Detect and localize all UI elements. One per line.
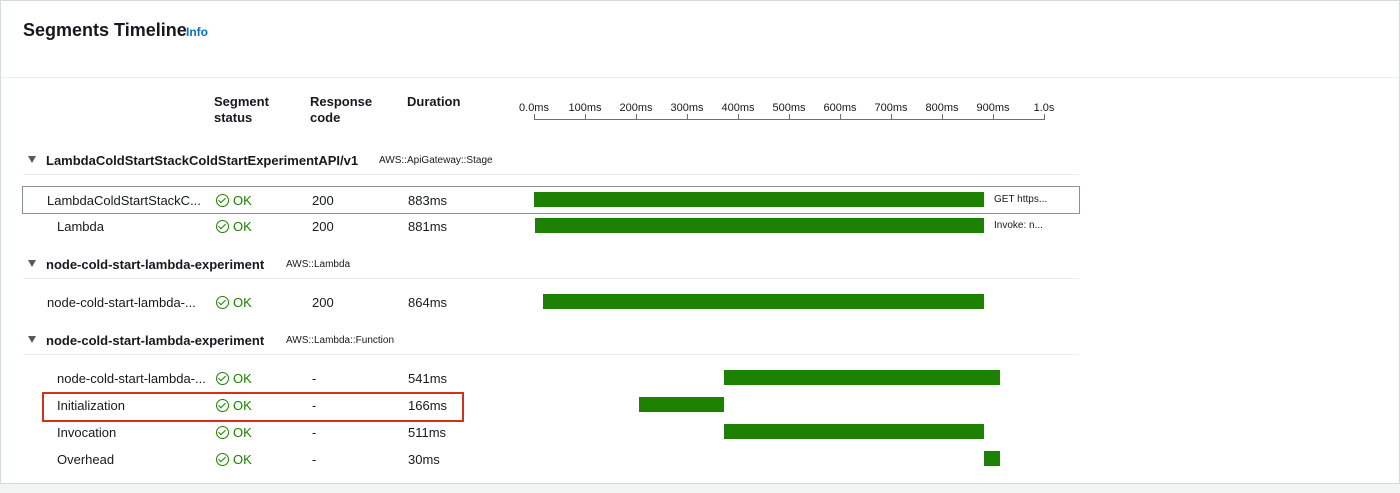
axis-tick	[993, 114, 994, 120]
service-group-header[interactable]: node-cold-start-lambda-experiment AWS::La…	[23, 252, 1079, 279]
axis-tick	[840, 114, 841, 120]
segment-status-text: OK	[233, 193, 252, 208]
service-group-header[interactable]: node-cold-start-lambda-experiment AWS::La…	[23, 328, 1079, 355]
segment-status: OK	[216, 295, 252, 310]
segment-status: OK	[216, 371, 252, 386]
panel-header: Segments Timeline Info	[1, 1, 1399, 78]
axis-tick	[789, 114, 790, 120]
axis-tick-label: 700ms	[874, 102, 908, 114]
collapse-caret-icon[interactable]	[28, 336, 36, 343]
response-code-header-line1: Response	[310, 94, 373, 109]
axis-tick	[585, 114, 586, 120]
segment-status-text: OK	[233, 371, 252, 386]
response-code-header: Response code	[310, 94, 372, 126]
initialization-highlight-box	[42, 392, 464, 422]
response-code-header-line2: code	[310, 110, 341, 125]
segment-status-header: Segment status	[214, 94, 269, 126]
axis-tick-label: 500ms	[772, 102, 806, 114]
response-code: 200	[312, 295, 334, 310]
check-circle-icon	[216, 296, 229, 309]
segment-name[interactable]: LambdaColdStartStackC...	[47, 193, 201, 208]
axis-tick	[738, 114, 739, 120]
collapse-caret-icon[interactable]	[28, 260, 36, 267]
segment-row[interactable]: Overhead OK - 30ms	[23, 446, 1079, 472]
axis-tick-label: 900ms	[976, 102, 1010, 114]
segment-status: OK	[216, 193, 252, 208]
segment-name[interactable]: node-cold-start-lambda-...	[47, 295, 196, 310]
response-code: -	[312, 425, 317, 440]
check-circle-icon	[216, 453, 229, 466]
axis-tick-label: 0.0ms	[519, 102, 549, 114]
segment-duration: 511ms	[408, 425, 447, 440]
check-circle-icon	[216, 372, 229, 385]
timeline-bar[interactable]	[984, 451, 1000, 466]
service-group-type: AWS::Lambda::Function	[286, 335, 395, 346]
axis-tick-label: 800ms	[925, 102, 959, 114]
segment-name[interactable]: Invocation	[57, 425, 116, 440]
check-circle-icon	[216, 194, 229, 207]
segment-row[interactable]: Lambda OK 200 881ms Invoke: n...	[23, 213, 1079, 239]
collapse-caret-icon[interactable]	[28, 156, 36, 163]
segment-status-text: OK	[233, 219, 252, 234]
service-group-name: LambdaColdStartStackColdStartExperimentA…	[46, 153, 359, 168]
response-code: 200	[312, 193, 334, 208]
axis-tick	[891, 114, 892, 120]
timeline-bar[interactable]	[639, 397, 724, 412]
segment-duration: 30ms	[408, 452, 440, 467]
response-code: -	[312, 452, 317, 467]
axis-tick	[942, 114, 943, 120]
segment-row[interactable]: Invocation OK - 511ms	[23, 419, 1079, 445]
segment-name[interactable]: Lambda	[57, 219, 104, 234]
response-code: -	[312, 371, 317, 386]
axis-tick-label: 300ms	[670, 102, 704, 114]
service-group-header[interactable]: LambdaColdStartStackColdStartExperimentA…	[23, 148, 1079, 175]
timeline-bar[interactable]	[723, 424, 985, 439]
segment-annotation: GET https...	[994, 194, 1048, 205]
axis-tick-label: 100ms	[568, 102, 602, 114]
segment-name[interactable]: node-cold-start-lambda-...	[57, 371, 206, 386]
segment-status: OK	[216, 219, 252, 234]
segment-row[interactable]: node-cold-start-lambda-... OK - 541ms	[23, 365, 1079, 391]
segment-status-text: OK	[233, 425, 252, 440]
segment-duration: 864ms	[408, 295, 448, 310]
timeline-bar[interactable]	[534, 192, 985, 207]
axis-tick	[1044, 114, 1045, 120]
timeline-bar[interactable]	[723, 370, 1000, 385]
axis-tick-label: 400ms	[721, 102, 755, 114]
axis-tick	[534, 114, 535, 120]
segment-duration: 883ms	[408, 193, 448, 208]
timeline-bar[interactable]	[543, 294, 984, 309]
info-link[interactable]: Info	[186, 25, 208, 39]
axis-tick-label: 1.0s	[1033, 102, 1055, 114]
check-circle-icon	[216, 426, 229, 439]
segment-status: OK	[216, 452, 252, 467]
segment-duration: 881ms	[408, 219, 448, 234]
segment-status-text: OK	[233, 295, 252, 310]
timeline-bar[interactable]	[535, 218, 985, 233]
segments-timeline-panel: Segments Timeline Info Segment status Re…	[0, 0, 1400, 484]
duration-header: Duration	[407, 94, 461, 109]
segment-name[interactable]: Overhead	[57, 452, 114, 467]
service-group-type: AWS::Lambda	[286, 259, 351, 270]
service-group-type: AWS::ApiGateway::Stage	[379, 155, 493, 166]
segment-annotation: Invoke: n...	[994, 220, 1043, 231]
segment-status-text: OK	[233, 452, 252, 467]
segment-status: OK	[216, 425, 252, 440]
page-title: Segments Timeline	[23, 20, 187, 40]
segment-row[interactable]: LambdaColdStartStackC... OK 200 883ms GET ht…	[22, 186, 1080, 214]
segment-row[interactable]: node-cold-start-lambda-... OK 200 864ms	[23, 289, 1079, 315]
segment-duration: 541ms	[408, 371, 448, 386]
axis-tick-label: 600ms	[823, 102, 857, 114]
axis-tick-label: 200ms	[619, 102, 653, 114]
segment-status-header-line1: Segment	[214, 94, 269, 109]
response-code: 200	[312, 219, 334, 234]
service-group-name: node-cold-start-lambda-experiment	[46, 257, 265, 272]
axis-tick	[687, 114, 688, 120]
axis-tick	[636, 114, 637, 120]
service-group-name: node-cold-start-lambda-experiment	[46, 333, 265, 348]
segment-status-header-line2: status	[214, 110, 253, 125]
check-circle-icon	[216, 220, 229, 233]
